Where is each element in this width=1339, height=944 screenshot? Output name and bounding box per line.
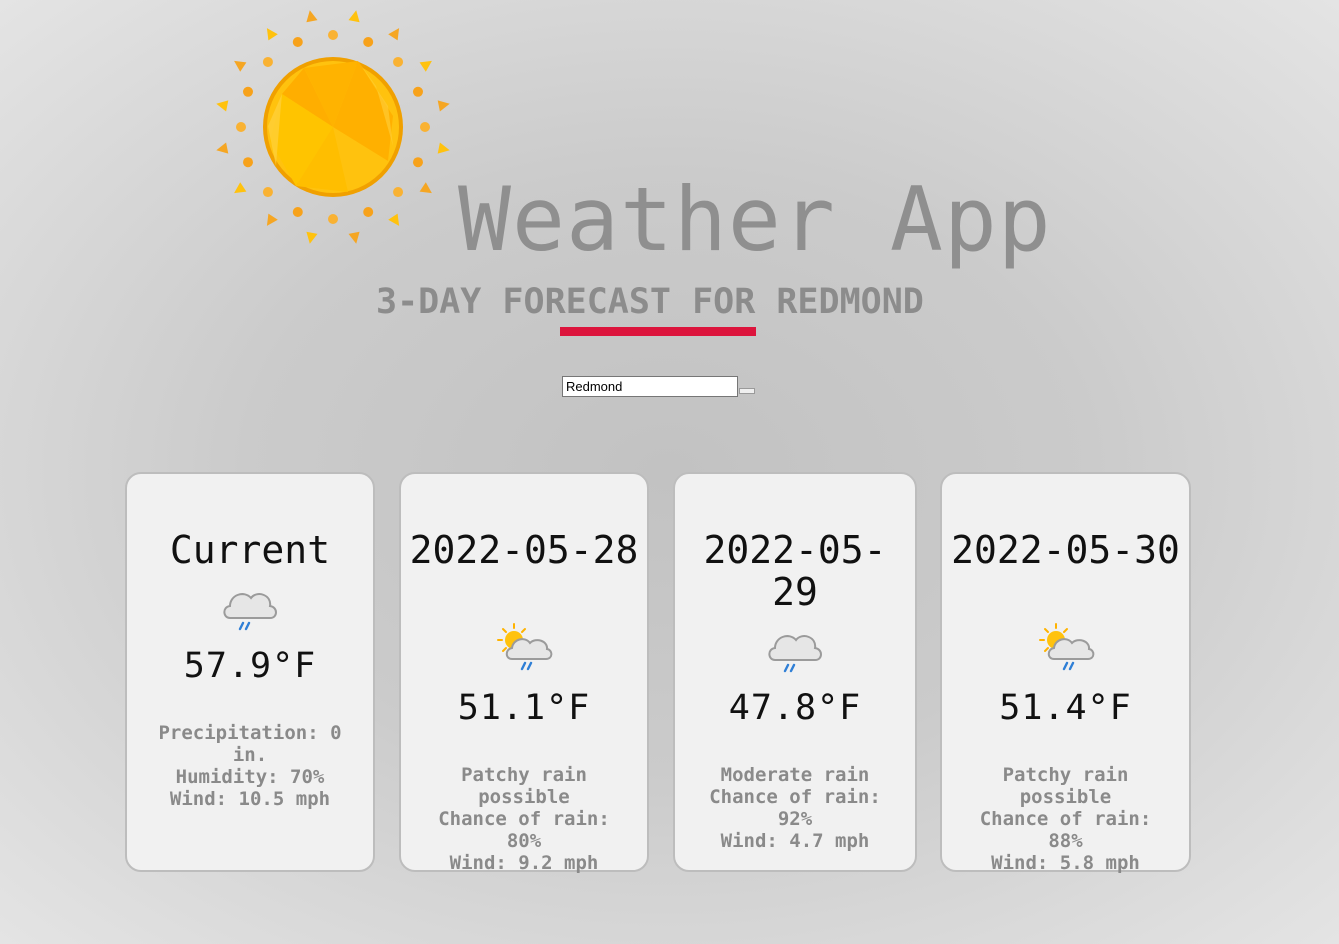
light-rain-cloud-icon bbox=[223, 593, 277, 631]
patchy-rain-sun-cloud-icon bbox=[497, 623, 553, 671]
card-details: Patchy rain possible Chance of rain: 80%… bbox=[401, 764, 647, 874]
patchy-rain-sun-cloud-icon bbox=[1038, 623, 1094, 671]
detail-line: Wind: 5.8 mph bbox=[991, 852, 1140, 874]
card-details: Moderate rain Chance of rain: 92% Wind: … bbox=[675, 764, 915, 852]
card-title: 2022-05-28 bbox=[409, 528, 639, 572]
detail-line: Patchy rain possible bbox=[1002, 764, 1129, 808]
city-search-input[interactable] bbox=[562, 376, 738, 397]
weather-card-day-1: 2022-05-28 51.1°F Patchy rain possible C… bbox=[399, 472, 649, 874]
card-temperature: 51.1°F bbox=[457, 688, 591, 728]
sun-logo-icon bbox=[216, 10, 450, 244]
app-title: Weather App bbox=[458, 168, 1052, 271]
detail-line: Wind: 4.7 mph bbox=[720, 830, 870, 852]
detail-line: Humidity: 70% bbox=[175, 766, 325, 788]
weather-card-day-2: 2022-05-29 47.8°F Moderate rain Chance o… bbox=[673, 472, 917, 872]
detail-line: Chance of rain: 92% bbox=[709, 786, 881, 830]
weather-card-current: Current 57.9°F Precipitation: 0 in. Humi… bbox=[125, 472, 375, 872]
detail-line: Chance of rain: 80% bbox=[438, 808, 610, 852]
card-title: 2022-05-30 bbox=[951, 528, 1180, 572]
accent-underline bbox=[560, 327, 756, 336]
forecast-subtitle: 3-DAY FORECAST FOR REDMOND bbox=[376, 282, 924, 322]
detail-line: Moderate rain bbox=[720, 764, 870, 786]
detail-line: Wind: 10.5 mph bbox=[169, 788, 331, 810]
detail-line: Chance of rain: 88% bbox=[979, 808, 1152, 852]
card-title: 2022-05-29 bbox=[703, 528, 887, 614]
detail-line: Precipitation: 0 in. bbox=[158, 722, 342, 766]
card-details: Patchy rain possible Chance of rain: 88%… bbox=[942, 764, 1189, 874]
moderate-rain-cloud-icon bbox=[768, 635, 822, 673]
card-details: Precipitation: 0 in. Humidity: 70% Wind:… bbox=[127, 722, 373, 810]
weather-card-day-3: 2022-05-30 51.4°F Patchy rain possible C… bbox=[940, 472, 1191, 874]
detail-line: Wind: 9.2 mph bbox=[449, 852, 599, 874]
card-temperature: 47.8°F bbox=[728, 688, 862, 728]
card-temperature: 51.4°F bbox=[999, 688, 1132, 728]
card-temperature: 57.9°F bbox=[183, 646, 317, 686]
detail-line: Patchy rain possible bbox=[461, 764, 587, 808]
card-title: Current bbox=[169, 528, 331, 572]
search-button[interactable] bbox=[739, 388, 755, 394]
